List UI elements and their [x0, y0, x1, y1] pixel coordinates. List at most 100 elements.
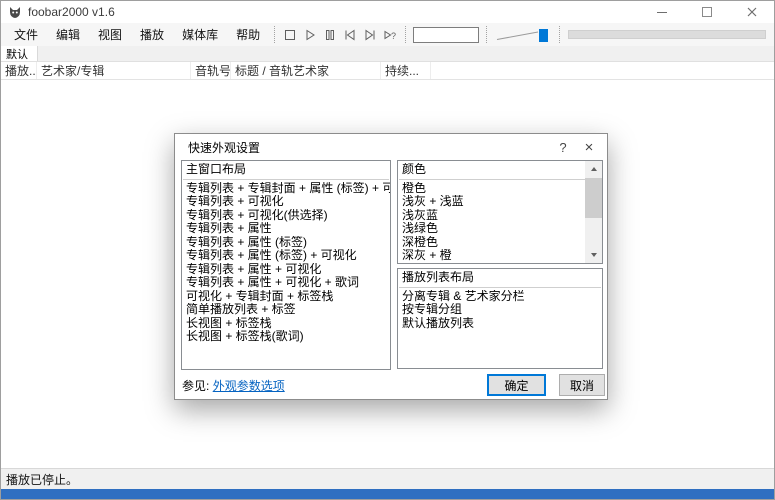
playlist-layout-option[interactable]: 按专辑分组 [398, 303, 602, 317]
color-option[interactable]: 橙色 [398, 182, 602, 196]
stop-button[interactable] [281, 26, 299, 44]
search-input[interactable] [413, 27, 479, 43]
ok-button[interactable]: 确定 [487, 374, 546, 396]
column-header[interactable]: 播放... [1, 62, 37, 79]
status-text: 播放已停止。 [6, 471, 78, 488]
menu-bar: 文件编辑视图播放媒体库帮助 [5, 23, 269, 46]
group-separator [399, 287, 601, 288]
playlist-tab-strip: 默认 [1, 46, 774, 62]
group-header-playlist-layout: 播放列表布局 [398, 271, 602, 285]
playlist-column-headers: 播放...艺术家/专辑音轨号标题 / 音轨艺术家持续... [1, 62, 774, 80]
scrollbar-thumb[interactable] [585, 178, 602, 218]
play-button[interactable] [301, 26, 319, 44]
taskbar-strip [1, 489, 774, 499]
color-option[interactable]: 深灰 + 橙 [398, 249, 602, 263]
scroll-up-button[interactable] [585, 161, 602, 177]
title-bar[interactable]: foobar2000 v1.6 [1, 1, 774, 23]
previous-icon [342, 27, 358, 43]
toolbar-grip [486, 26, 487, 43]
maximize-button[interactable] [684, 1, 729, 23]
play-icon [302, 27, 318, 43]
menu-item[interactable]: 视图 [89, 23, 131, 46]
playlist-layout-items: 分离专辑 & 艺术家分栏按专辑分组默认播放列表 [398, 290, 602, 331]
menu-toolbar: 文件编辑视图播放媒体库帮助 ? [1, 23, 774, 46]
random-button[interactable]: ? [381, 26, 399, 44]
color-option[interactable]: 浅灰蓝 [398, 209, 602, 223]
dialog-title-bar[interactable]: 快速外观设置 ? × [175, 134, 607, 160]
column-header[interactable]: 艺术家/专辑 [37, 62, 191, 79]
volume-thumb [539, 29, 548, 42]
group-header-colors: 颜色 [398, 163, 602, 177]
status-bar: 播放已停止。 [1, 468, 774, 489]
random-icon: ? [382, 27, 398, 43]
column-header[interactable]: 持续... [381, 62, 431, 79]
pause-icon [322, 27, 338, 43]
see-also-label: 参见: [182, 379, 209, 393]
menu-item[interactable]: 编辑 [47, 23, 89, 46]
layout-option[interactable]: 专辑列表 + 属性 + 可视化 [182, 263, 390, 277]
svg-text:?: ? [391, 31, 396, 41]
close-icon [747, 7, 757, 17]
group-separator [183, 179, 389, 180]
colors-scrollbar[interactable] [585, 161, 602, 263]
group-header-main-layout: 主窗口布局 [182, 163, 390, 177]
seek-bar[interactable] [568, 30, 766, 39]
colors-listbox[interactable]: 颜色 橙色浅灰 + 浅蓝浅灰蓝浅绿色深橙色深灰 + 橙深灰 + 浅红 [397, 160, 603, 264]
previous-button[interactable] [341, 26, 359, 44]
color-option[interactable]: 深灰 + 浅红 [398, 263, 602, 265]
volume-ramp-icon [494, 27, 552, 43]
window-title: foobar2000 v1.6 [28, 5, 115, 19]
layout-option[interactable]: 简单播放列表 + 标签 [182, 303, 390, 317]
volume-slider[interactable] [492, 27, 554, 43]
minimize-button[interactable] [639, 1, 684, 23]
layout-option[interactable]: 长视图 + 标签栈 [182, 317, 390, 331]
menu-item[interactable]: 媒体库 [173, 23, 227, 46]
dialog-title: 快速外观设置 [188, 139, 260, 156]
scroll-down-button[interactable] [585, 247, 602, 263]
scrollbar-track[interactable] [585, 177, 602, 247]
toolbar-grip [559, 26, 560, 43]
menu-item[interactable]: 帮助 [227, 23, 269, 46]
pause-button[interactable] [321, 26, 339, 44]
main-layout-listbox[interactable]: 主窗口布局 专辑列表 + 专辑封面 + 属性 (标签) + 可视化 + 歌词专辑… [181, 160, 391, 370]
playlist-layout-option[interactable]: 分离专辑 & 艺术家分栏 [398, 290, 602, 304]
layout-option[interactable]: 专辑列表 + 属性 (标签) + 可视化 [182, 249, 390, 263]
color-items: 橙色浅灰 + 浅蓝浅灰蓝浅绿色深橙色深灰 + 橙深灰 + 浅红 [398, 182, 602, 265]
layout-option[interactable]: 专辑列表 + 专辑封面 + 属性 (标签) + 可视化 + 歌词 [182, 182, 390, 196]
layout-option[interactable]: 长视图 + 标签栈(歌词) [182, 330, 390, 344]
minimize-icon [657, 12, 667, 13]
layout-option[interactable]: 专辑列表 + 可视化(供选择) [182, 209, 390, 223]
menu-item[interactable]: 播放 [131, 23, 173, 46]
color-option[interactable]: 深橙色 [398, 236, 602, 250]
maximize-icon [702, 7, 712, 17]
group-separator [399, 179, 601, 180]
color-option[interactable]: 浅灰 + 浅蓝 [398, 195, 602, 209]
toolbar-grip [405, 26, 406, 43]
dialog-help-button[interactable]: ? [550, 134, 576, 160]
next-icon [362, 27, 378, 43]
layout-option[interactable]: 可视化 + 专辑封面 + 标签栈 [182, 290, 390, 304]
stop-icon [282, 27, 298, 43]
quick-appearance-setup-dialog: 快速外观设置 ? × 主窗口布局 专辑列表 + 专辑封面 + 属性 (标签) +… [174, 133, 608, 400]
cancel-button[interactable]: 取消 [559, 374, 605, 396]
menu-item[interactable]: 文件 [5, 23, 47, 46]
foobar-logo-icon [8, 6, 22, 19]
tab-default[interactable]: 默认 [1, 46, 38, 61]
chevron-down-icon [591, 253, 597, 257]
playlist-layout-option[interactable]: 默认播放列表 [398, 317, 602, 331]
layout-option[interactable]: 专辑列表 + 属性 [182, 222, 390, 236]
close-button[interactable] [729, 1, 774, 23]
layout-option[interactable]: 专辑列表 + 属性 (标签) [182, 236, 390, 250]
toolbar-grip [274, 26, 275, 43]
color-option[interactable]: 浅绿色 [398, 222, 602, 236]
appearance-preferences-link[interactable]: 外观参数选项 [213, 379, 285, 393]
column-header[interactable]: 音轨号 [191, 62, 231, 79]
layout-option[interactable]: 专辑列表 + 可视化 [182, 195, 390, 209]
main-layout-items: 专辑列表 + 专辑封面 + 属性 (标签) + 可视化 + 歌词专辑列表 + 可… [182, 182, 390, 344]
dialog-close-button[interactable]: × [576, 134, 602, 160]
next-button[interactable] [361, 26, 379, 44]
column-header[interactable]: 标题 / 音轨艺术家 [231, 62, 381, 79]
see-also: 参见: 外观参数选项 [182, 377, 285, 394]
layout-option[interactable]: 专辑列表 + 属性 + 可视化 + 歌词 [182, 276, 390, 290]
playlist-layout-listbox[interactable]: 播放列表布局 分离专辑 & 艺术家分栏按专辑分组默认播放列表 [397, 268, 603, 369]
